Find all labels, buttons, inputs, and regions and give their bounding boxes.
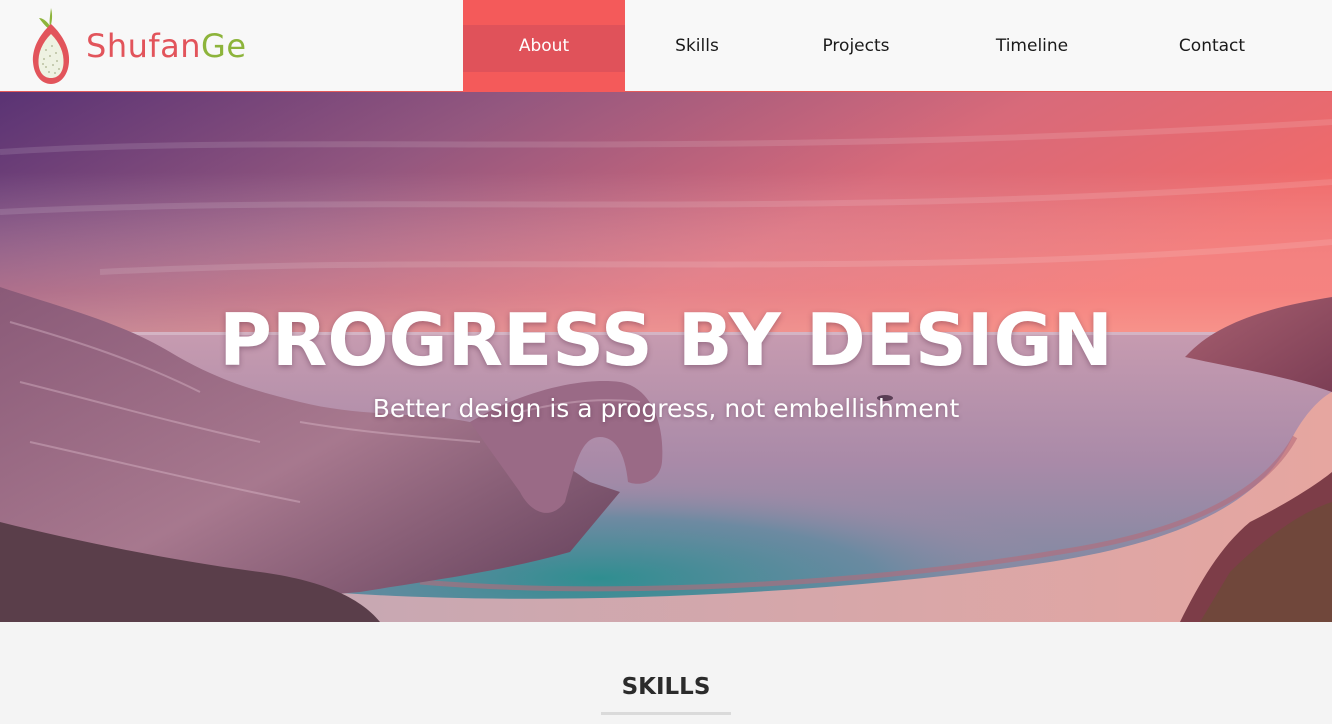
logo-wordmark: ShufanGe — [86, 30, 247, 62]
nav-item-contact[interactable]: Contact — [1121, 0, 1303, 92]
site-logo[interactable]: ShufanGe — [26, 4, 276, 88]
skills-heading: SKILLS — [621, 674, 711, 700]
logo-text-part1: Shufan — [86, 27, 202, 65]
hero-title: PROGRESS BY DESIGN — [219, 298, 1113, 382]
logo-text-part2: Ge — [201, 27, 247, 65]
site-header: ShufanGe About Skills Projects Timeline … — [0, 0, 1332, 92]
hero-section: PROGRESS BY DESIGN Better design is a pr… — [0, 92, 1332, 622]
nav-item-projects[interactable]: Projects — [769, 0, 943, 92]
nav-item-about[interactable]: About — [463, 0, 625, 92]
dragonfruit-icon — [32, 8, 70, 84]
main-nav: About Skills Projects Timeline Contact — [463, 0, 1303, 92]
hero-subtitle: Better design is a progress, not embelli… — [372, 394, 960, 423]
skills-heading-underline — [601, 712, 731, 715]
nav-item-timeline[interactable]: Timeline — [943, 0, 1121, 92]
nav-item-skills[interactable]: Skills — [625, 0, 769, 92]
skills-section: SKILLS — [0, 622, 1332, 724]
